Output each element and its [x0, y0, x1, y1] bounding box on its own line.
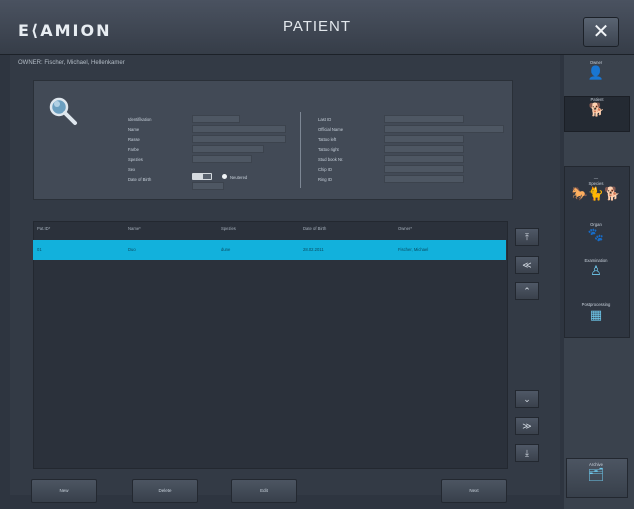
paw-icon: 🐾 [587, 227, 605, 242]
image-icon: ▦ [589, 307, 603, 322]
species-field[interactable] [192, 155, 252, 163]
label-official-name: Official Name [318, 127, 344, 132]
label-identification: Identifikation [128, 117, 152, 122]
body-icon: ♙ [590, 263, 602, 278]
sidebar-item-owner[interactable]: Owner 👤 [564, 60, 628, 94]
neutered-label: Neutered [230, 175, 248, 180]
breed-field[interactable] [192, 135, 286, 143]
column-header[interactable]: Pat.ID* [37, 226, 50, 231]
table-cell: 28.02.2011 [303, 247, 324, 252]
sidebar-item-postprocessing[interactable]: Postprocessing ▦ [564, 302, 628, 336]
app-logo: E⟨AMION [18, 21, 112, 40]
stud-book-field[interactable] [384, 155, 464, 163]
label-tattoo-right: Tattoo right [318, 147, 339, 152]
tattoo-left-field[interactable] [384, 135, 464, 143]
column-header[interactable]: Date of Birth [303, 226, 326, 231]
table-cell: dune [221, 247, 231, 252]
label-breed: Rasse [128, 137, 140, 142]
column-header[interactable]: Owner* [398, 226, 412, 231]
folders-icon: 🗂 [587, 467, 605, 482]
table-cell: Fischer, Michael [398, 247, 429, 252]
label-last-id: Last ID [318, 117, 332, 122]
date-of-birth-field[interactable] [192, 182, 224, 190]
person-icon: 👤 [587, 65, 605, 80]
chevrons-up-icon: ≪ [522, 260, 532, 270]
animals-icon: 🐎🐈🐕 [571, 186, 621, 201]
double-chevron-down-icon: ⤓ [525, 448, 529, 458]
chevron-down-icon: ⌄ [523, 394, 531, 404]
color-field[interactable] [192, 145, 264, 153]
label-ring-id: Ring ID [318, 177, 332, 182]
column-header[interactable]: Name* [128, 226, 141, 231]
identification-field[interactable] [192, 115, 240, 123]
last-id-field[interactable] [384, 115, 464, 123]
table-cell: 01 [37, 247, 42, 252]
sidebar-item-species[interactable]: — Species 🐎🐈🐕 [564, 176, 628, 210]
label-chip-id: Chip ID [318, 167, 332, 172]
close-icon: ✕ [592, 21, 610, 43]
sidebar-item-examination[interactable]: Examination ♙ [564, 258, 628, 288]
magnifier-icon[interactable] [47, 95, 79, 127]
sidebar-item-patient[interactable]: Patient 🐕 [564, 96, 630, 132]
official-name-field[interactable] [384, 125, 504, 133]
label-date-of-birth: Date of Birth [128, 177, 152, 182]
dog-icon: 🐕 [588, 102, 606, 117]
scroll-top-button[interactable]: ⤒ [515, 228, 539, 246]
tattoo-right-field[interactable] [384, 145, 464, 153]
breadcrumb: OWNER: Fischer, Michael, Hellenkamer [18, 60, 125, 66]
column-header[interactable]: Spezies [221, 226, 236, 231]
neutered-radio[interactable] [222, 174, 227, 179]
delete-button[interactable]: Delete [132, 479, 198, 503]
chip-id-field[interactable] [384, 165, 464, 173]
name-field[interactable] [192, 125, 286, 133]
label-stud-book: Stud book Nr. [318, 157, 344, 162]
sex-toggle[interactable] [192, 173, 212, 180]
label-color: Farbe [128, 147, 139, 152]
ring-id-field[interactable] [384, 175, 464, 183]
scroll-down-button[interactable]: ⌄ [515, 390, 539, 408]
chevron-up-icon: ⌃ [523, 286, 531, 296]
table-header: Pat.ID* Name* Spezies Date of Birth Owne… [33, 226, 506, 236]
archive-content: Archive 🗂 [564, 462, 628, 483]
label-sex: Sex [128, 167, 136, 172]
scroll-bottom-button[interactable]: ⤓ [515, 444, 539, 462]
table-row[interactable]: 01 Duo dune 28.02.2011 Fischer, Michael [33, 240, 506, 260]
sidebar-item-organ[interactable]: Organ 🐾 [564, 222, 628, 252]
edit-button[interactable]: Edit [231, 479, 297, 503]
label-species: Spezies [128, 157, 143, 162]
page-down-button[interactable]: ≫ [515, 417, 539, 435]
table-cell: Duo [128, 247, 136, 252]
page-up-button[interactable]: ≪ [515, 256, 539, 274]
label-tattoo-left: Tattoo left [318, 137, 337, 142]
double-chevron-up-icon: ⤒ [525, 232, 529, 242]
divider [300, 112, 301, 188]
scroll-up-button[interactable]: ⌃ [515, 282, 539, 300]
label-name: Name [128, 127, 140, 132]
close-button[interactable]: ✕ [583, 17, 619, 47]
new-button[interactable]: New [31, 479, 97, 503]
next-button[interactable]: Next [441, 479, 507, 503]
chevrons-down-icon: ≫ [522, 421, 532, 431]
